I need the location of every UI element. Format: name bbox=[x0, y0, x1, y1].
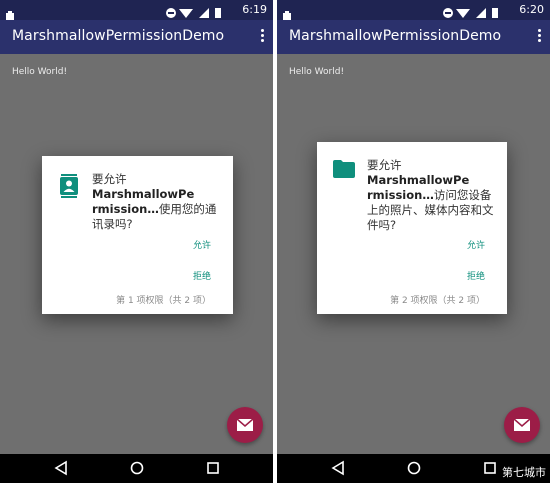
navigation-bar bbox=[0, 454, 273, 483]
notification-icon bbox=[283, 5, 291, 20]
allow-button[interactable]: 允许 bbox=[193, 238, 211, 251]
permission-counter: 第 2 项权限（共 2 项） bbox=[390, 296, 485, 306]
permission-counter: 第 1 项权限（共 2 项） bbox=[116, 296, 211, 306]
allow-button[interactable]: 允许 bbox=[467, 238, 485, 251]
mail-fab[interactable] bbox=[227, 407, 263, 443]
phone-screen-1: 6:19 MarshmallowPermissionDemo Hello Wor… bbox=[0, 0, 273, 483]
hello-text: Hello World! bbox=[12, 67, 68, 77]
recents-icon bbox=[484, 462, 496, 474]
status-bar: 6:20 bbox=[277, 0, 550, 20]
message-prefix: 要允许 bbox=[367, 158, 402, 172]
status-time: 6:19 bbox=[242, 3, 267, 16]
overflow-menu-icon[interactable] bbox=[538, 29, 542, 43]
permission-message: 要允许MarshmallowPe rmission…访问您设备上的照片、媒体内容… bbox=[367, 158, 495, 233]
folder-icon bbox=[333, 160, 355, 182]
phone-screen-2: 6:20 MarshmallowPermissionDemo Hello Wor… bbox=[277, 0, 550, 483]
status-bar: 6:19 bbox=[0, 0, 273, 20]
permission-dialog: 要允许MarshmallowPe rmission…访问您设备上的照片、媒体内容… bbox=[317, 142, 507, 314]
status-icons bbox=[165, 4, 235, 18]
hello-text: Hello World! bbox=[289, 67, 345, 77]
navigation-bar: 第七城市 bbox=[277, 454, 550, 483]
app-bar: MarshmallowPermissionDemo bbox=[277, 20, 550, 54]
app-bar: MarshmallowPermissionDemo bbox=[0, 20, 273, 54]
app-title: MarshmallowPermissionDemo bbox=[12, 28, 225, 44]
mail-icon bbox=[236, 418, 254, 431]
recents-icon bbox=[207, 462, 219, 474]
permission-dialog: 要允许MarshmallowPe rmission…使用您的通讯录吗? 允许 拒… bbox=[42, 156, 233, 314]
status-icons bbox=[442, 4, 512, 18]
app-title: MarshmallowPermissionDemo bbox=[289, 28, 502, 44]
contacts-icon bbox=[58, 174, 80, 198]
mail-icon bbox=[513, 418, 531, 431]
notification-icon bbox=[6, 5, 14, 20]
permission-message: 要允许MarshmallowPe rmission…使用您的通讯录吗? bbox=[92, 172, 221, 232]
status-time: 6:20 bbox=[519, 3, 544, 16]
home-icon bbox=[407, 461, 421, 475]
deny-button[interactable]: 拒绝 bbox=[467, 269, 485, 282]
overflow-menu-icon[interactable] bbox=[261, 29, 265, 43]
home-icon bbox=[130, 461, 144, 475]
back-icon bbox=[331, 460, 344, 476]
watermark-text: 第七城市 bbox=[502, 466, 546, 479]
message-prefix: 要允许 bbox=[92, 172, 127, 186]
deny-button[interactable]: 拒绝 bbox=[193, 269, 211, 282]
back-icon bbox=[54, 460, 67, 476]
mail-fab[interactable] bbox=[504, 407, 540, 443]
